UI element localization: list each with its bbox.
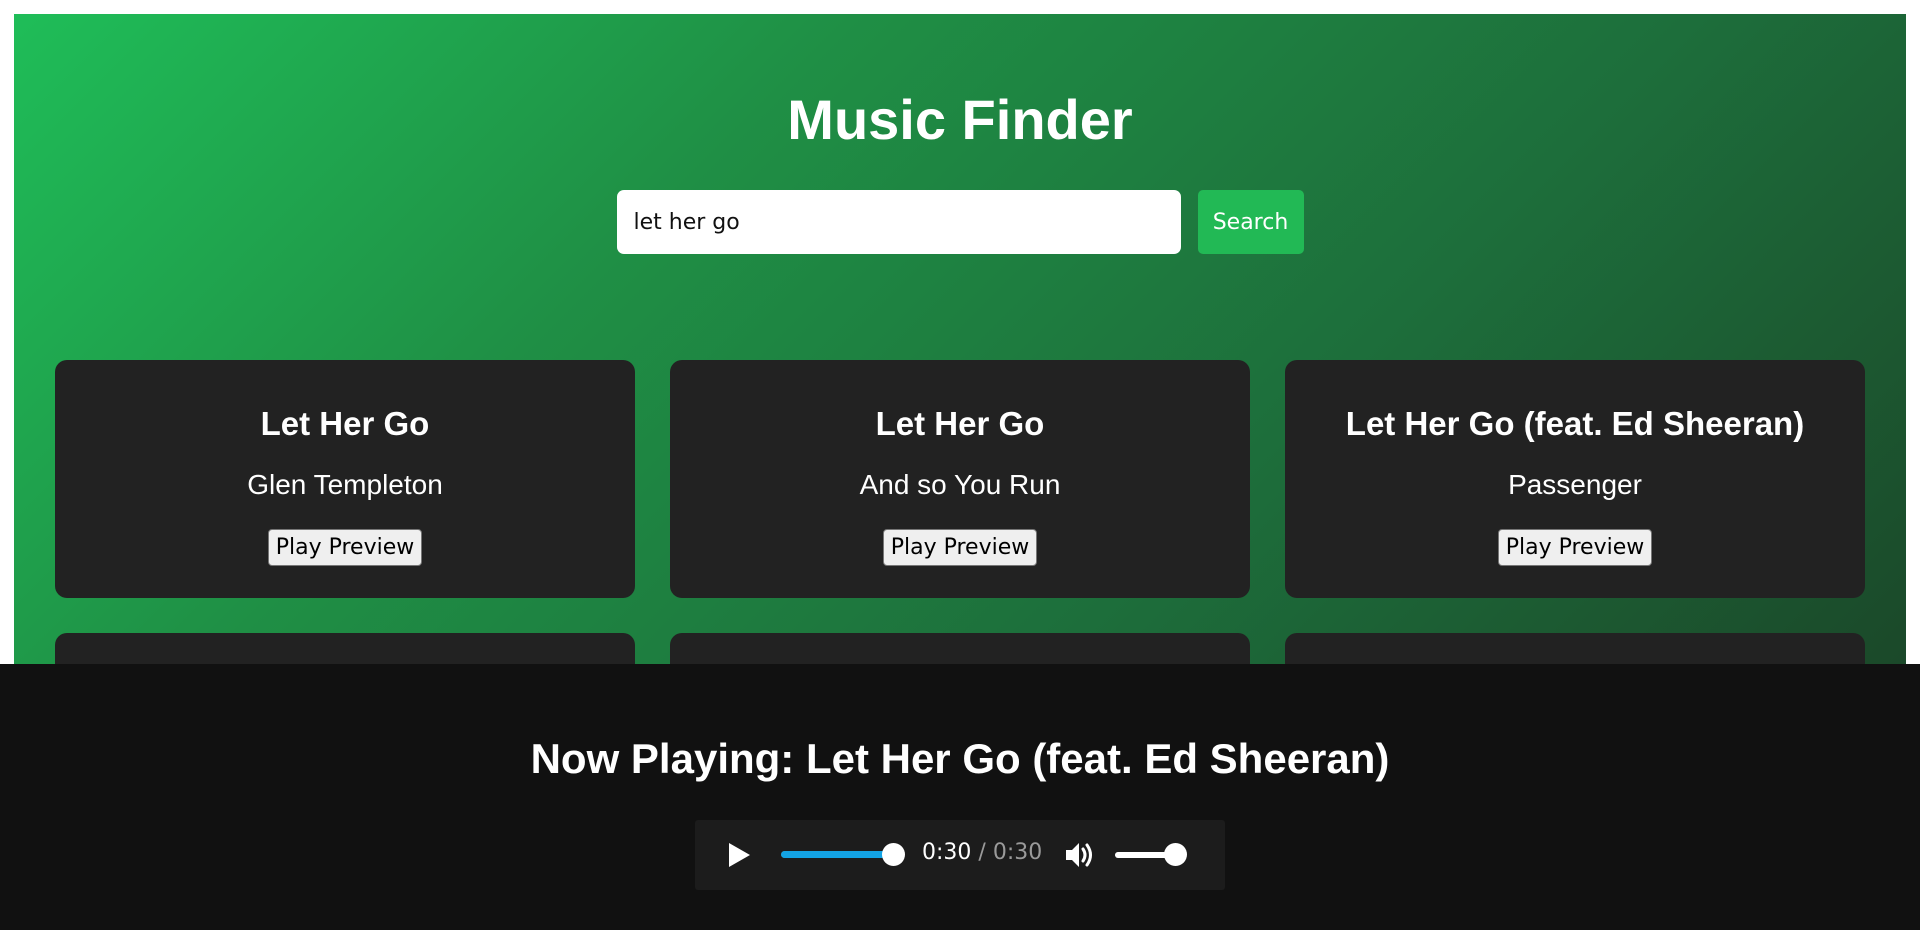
play-preview-button[interactable]: Play Preview xyxy=(267,529,423,567)
progress-thumb[interactable] xyxy=(882,843,905,866)
track-artist: And so You Run xyxy=(859,468,1061,500)
volume-thumb[interactable] xyxy=(1163,843,1187,866)
search-button[interactable]: Search xyxy=(1197,190,1304,254)
now-playing-bar: Now Playing: Let Her Go (feat. Ed Sheera… xyxy=(0,664,1920,930)
duration: 0:30 xyxy=(992,840,1043,865)
track-artist: Glen Templeton xyxy=(247,468,443,500)
track-artist: Passenger xyxy=(1508,468,1642,500)
progress-slider[interactable] xyxy=(781,843,905,866)
result-card: Let Her Go And so You Run Play Preview xyxy=(670,360,1250,598)
audio-player: 0:30 / 0:30 xyxy=(695,820,1225,890)
progress-fill xyxy=(781,851,893,858)
track-title: Let Her Go (feat. Ed Sheeran) xyxy=(1345,405,1805,442)
current-time: 0:30 xyxy=(922,840,972,865)
search-input[interactable] xyxy=(616,190,1181,254)
play-preview-button[interactable]: Play Preview xyxy=(1497,529,1653,567)
play-icon[interactable] xyxy=(729,843,750,867)
page-title: Music Finder xyxy=(787,88,1133,151)
result-card: Let Her Go Glen Templeton Play Preview xyxy=(55,360,635,598)
track-title: Let Her Go xyxy=(260,405,430,442)
track-title: Let Her Go xyxy=(875,405,1045,442)
volume-slider[interactable] xyxy=(1115,843,1187,866)
play-preview-button[interactable]: Play Preview xyxy=(882,529,1038,567)
search-bar: Search xyxy=(14,190,1906,254)
volume-icon[interactable] xyxy=(1063,840,1095,870)
time-display: 0:30 / 0:30 xyxy=(922,840,1042,865)
time-separator: / xyxy=(978,840,986,865)
result-card: Let Her Go (feat. Ed Sheeran) Passenger … xyxy=(1285,360,1865,598)
now-playing-title: Now Playing: Let Her Go (feat. Ed Sheera… xyxy=(530,735,1390,782)
